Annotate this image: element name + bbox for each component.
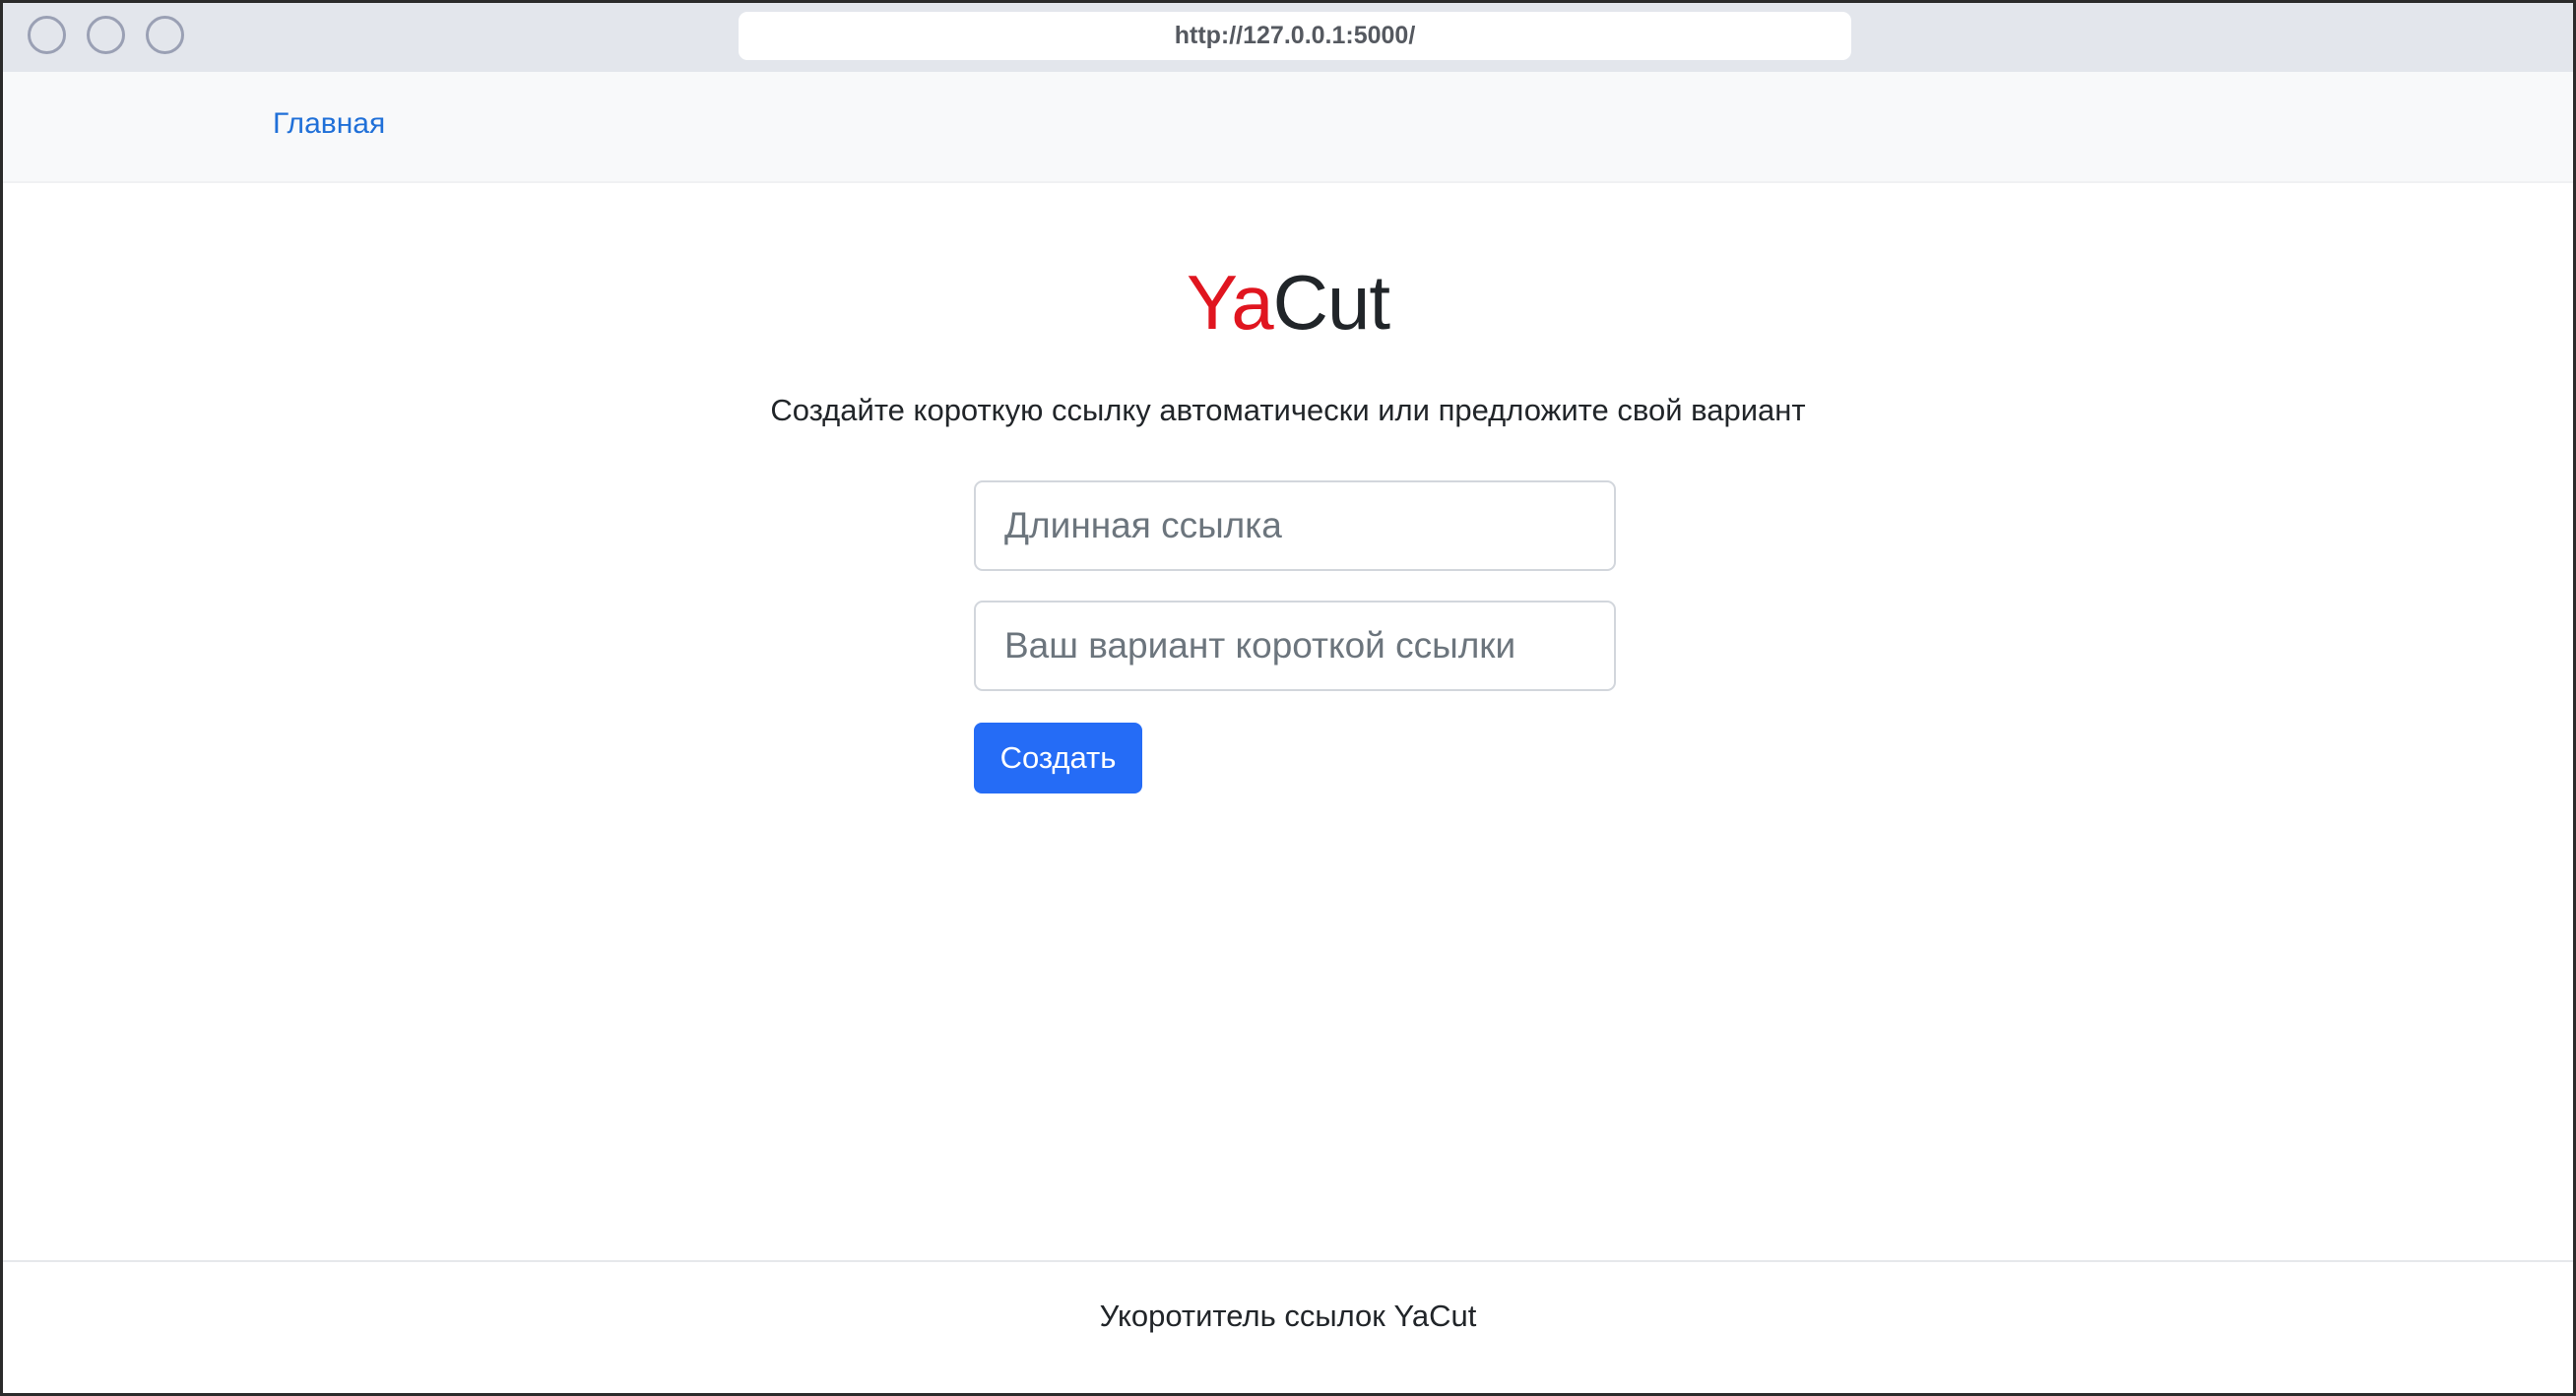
logo-cut: Cut	[1272, 259, 1390, 346]
create-button[interactable]: Создать	[974, 723, 1142, 793]
browser-window: http://127.0.0.1:5000/ Главная YaCut Соз…	[0, 0, 2576, 1396]
navbar: Главная	[3, 72, 2573, 183]
window-maximize-button[interactable]	[146, 16, 184, 54]
window-minimize-button[interactable]	[87, 16, 125, 54]
page-subtitle: Создайте короткую ссылку автоматически и…	[770, 393, 1806, 427]
footer-text: Укоротитель ссылок YaCut	[1099, 1299, 1477, 1333]
footer: Укоротитель ссылок YaCut	[3, 1260, 2573, 1393]
address-bar[interactable]: http://127.0.0.1:5000/	[739, 12, 1851, 60]
logo: YaCut	[3, 255, 2573, 349]
window-close-button[interactable]	[28, 16, 66, 54]
original-link-input[interactable]	[974, 480, 1616, 571]
custom-short-link-input[interactable]	[974, 601, 1616, 691]
logo-ya: Ya	[1186, 259, 1274, 346]
browser-toolbar: http://127.0.0.1:5000/	[3, 3, 2573, 72]
nav-home-link[interactable]: Главная	[273, 107, 385, 141]
